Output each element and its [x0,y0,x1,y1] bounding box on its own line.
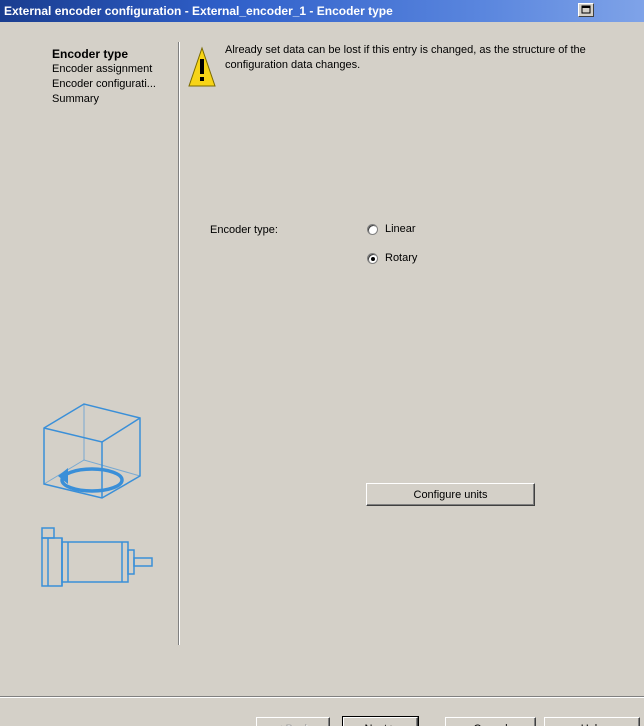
nav-item-summary[interactable]: Summary [52,92,174,107]
radio-rotary[interactable]: Rotary [367,252,417,264]
back-button[interactable]: < Back [256,717,330,726]
rotary-cube-icon [43,403,141,499]
warning-icon [188,46,216,87]
cancel-button[interactable]: Cancel [445,717,536,726]
dialog-window: External encoder configuration - Externa… [0,0,644,726]
restore-button[interactable] [578,3,594,17]
next-button[interactable]: Next > [342,716,419,726]
title-bar[interactable]: External encoder configuration - Externa… [0,0,644,22]
configure-units-button[interactable]: Configure units [366,483,535,506]
help-button[interactable]: Help [544,717,640,726]
window-title: External encoder configuration - Externa… [4,4,393,18]
nav-item-encoder-type[interactable]: Encoder type [52,47,174,62]
restore-icon [581,5,591,14]
radio-linear[interactable]: Linear [367,223,416,235]
nav-divider [178,42,180,645]
wizard-nav: Encoder type Encoder assignment Encoder … [52,47,174,107]
encoder-type-label: Encoder type: [210,224,278,236]
radio-rotary-button[interactable] [367,252,378,264]
nav-item-encoder-assignment[interactable]: Encoder assignment [52,62,174,77]
nav-item-encoder-configuration[interactable]: Encoder configurati... [52,77,174,92]
radio-rotary-label[interactable]: Rotary [385,252,417,264]
radio-linear-label[interactable]: Linear [385,223,416,235]
motor-icon [41,527,153,587]
radio-linear-button[interactable] [367,223,378,235]
warning-message: Already set data can be lost if this ent… [225,44,586,71]
footer-separator [0,696,644,698]
